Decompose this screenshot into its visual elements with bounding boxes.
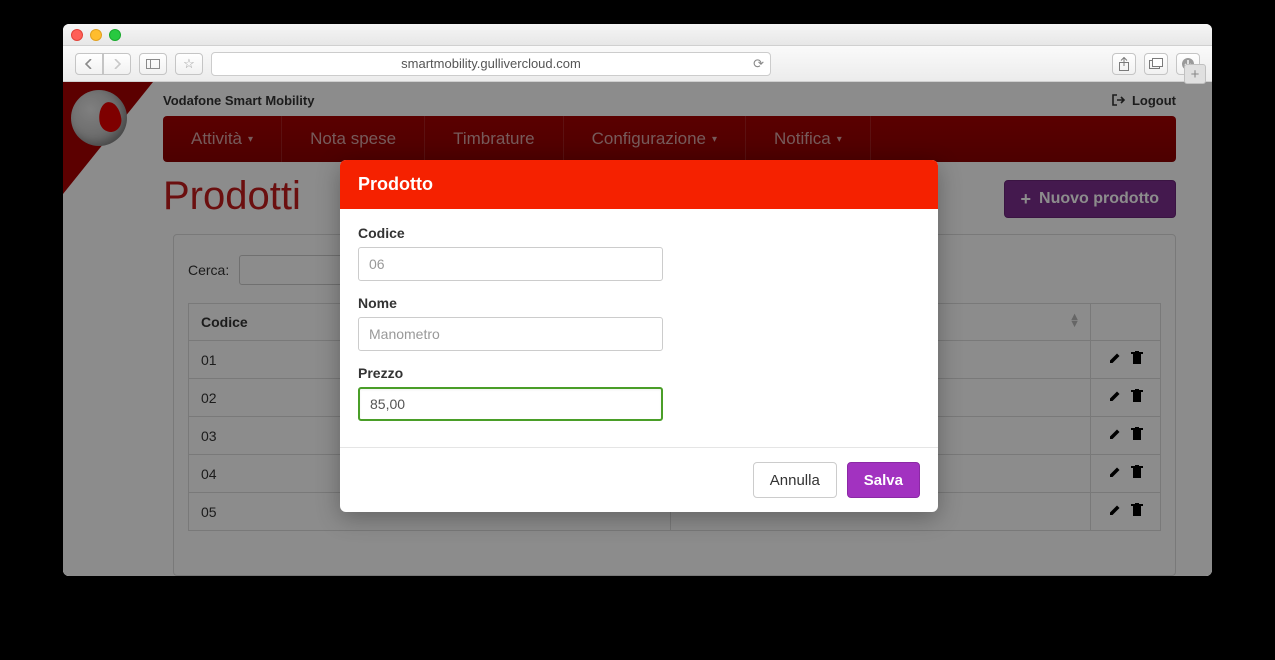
- input-nome[interactable]: [358, 317, 663, 351]
- nav-back-button[interactable]: [75, 53, 103, 75]
- window-minimize-button[interactable]: [90, 29, 102, 41]
- bookmarks-button[interactable]: ☆: [175, 53, 203, 75]
- input-codice[interactable]: [358, 247, 663, 281]
- product-modal: Prodotto Codice Nome Prezzo Annulla Salv…: [340, 160, 938, 512]
- window-close-button[interactable]: [71, 29, 83, 41]
- page-content: Vodafone Smart Mobility Logout Attività …: [63, 82, 1212, 576]
- modal-title: Prodotto: [340, 160, 938, 209]
- reload-icon[interactable]: ⟳: [753, 56, 764, 72]
- cancel-button[interactable]: Annulla: [753, 462, 837, 498]
- save-button-label: Salva: [864, 472, 903, 489]
- window-zoom-button[interactable]: [109, 29, 121, 41]
- sidebar-toggle-button[interactable]: [139, 53, 167, 75]
- address-bar-text: smartmobility.gullivercloud.com: [401, 56, 581, 71]
- label-nome: Nome: [358, 295, 920, 311]
- new-tab-button[interactable]: +: [1184, 64, 1206, 84]
- share-button[interactable]: [1112, 53, 1136, 75]
- browser-toolbar: ☆ smartmobility.gullivercloud.com ⟳: [63, 46, 1212, 82]
- input-prezzo[interactable]: [358, 387, 663, 421]
- nav-forward-button[interactable]: [103, 53, 131, 75]
- tabs-button[interactable]: [1144, 53, 1168, 75]
- window-titlebar: [63, 24, 1212, 46]
- label-prezzo: Prezzo: [358, 365, 920, 381]
- save-button[interactable]: Salva: [847, 462, 920, 498]
- label-codice: Codice: [358, 225, 920, 241]
- address-bar[interactable]: smartmobility.gullivercloud.com ⟳: [211, 52, 771, 76]
- cancel-button-label: Annulla: [770, 472, 820, 489]
- browser-window: ☆ smartmobility.gullivercloud.com ⟳: [63, 24, 1212, 576]
